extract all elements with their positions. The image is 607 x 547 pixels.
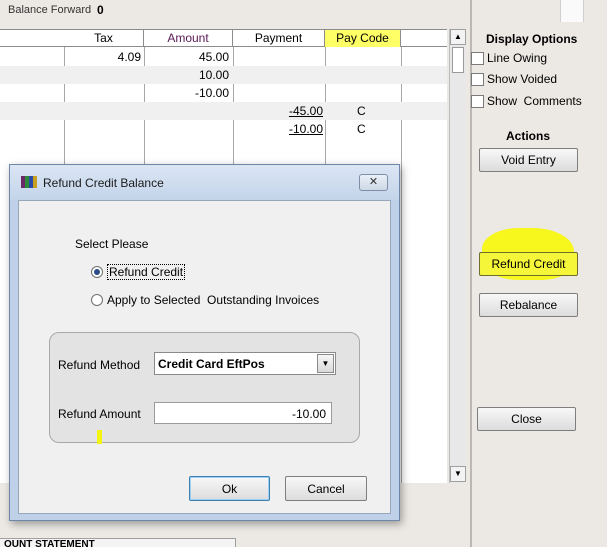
refund-credit-dialog: Refund Credit Balance ✕ Select Please Re… xyxy=(9,164,400,521)
refund-method-select[interactable]: Credit Card EftPos ▼ xyxy=(154,352,336,375)
column-header-amount[interactable]: Amount xyxy=(144,30,233,47)
top-edge-element xyxy=(560,0,584,22)
balance-forward-label: Balance Forward xyxy=(8,4,92,16)
cell-payment: -45.00 xyxy=(288,104,323,118)
select-prompt: Select Please xyxy=(75,237,149,251)
radio-apply-invoices[interactable]: Apply to Selected Outstanding Invoices xyxy=(91,293,319,307)
refund-method-value: Credit Card EftPos xyxy=(158,357,265,371)
radio-selected-icon[interactable] xyxy=(91,266,103,278)
cell-payment: -10.00 xyxy=(288,122,323,136)
side-panel: Display Options Line Owing Show Voided S… xyxy=(470,0,607,547)
column-header-payment[interactable]: Payment xyxy=(233,30,325,47)
column-header-pay-code[interactable]: Pay Code xyxy=(325,30,401,47)
display-options-title: Display Options xyxy=(486,32,578,46)
grid-header: Tax Amount Payment Pay Code xyxy=(0,30,447,47)
dialog-titlebar[interactable]: Refund Credit Balance ✕ xyxy=(10,165,399,200)
table-row[interactable]: -45.00 C xyxy=(0,102,447,120)
radio-refund-credit[interactable]: Refund Credit xyxy=(91,264,186,280)
balance-forward-value: 0 xyxy=(97,3,104,17)
chevron-down-icon[interactable]: ▼ xyxy=(317,354,334,373)
dialog-close-button[interactable]: ✕ xyxy=(359,174,388,191)
highlight-marker xyxy=(97,430,102,444)
table-row[interactable]: -10.00 C xyxy=(0,120,447,138)
refund-method-label: Refund Method xyxy=(58,358,141,372)
refund-details-group: Refund Method Credit Card EftPos ▼ Refun… xyxy=(49,332,360,444)
table-row[interactable]: 10.00 xyxy=(0,66,447,84)
refund-credit-button[interactable]: Refund Credit xyxy=(479,252,578,276)
cell-tax: 4.09 xyxy=(117,50,141,64)
dialog-body: Select Please Refund Credit Apply to Sel… xyxy=(18,200,391,514)
checkbox-icon[interactable] xyxy=(471,94,484,108)
account-statement-tab[interactable]: OUNT STATEMENT xyxy=(0,538,236,547)
refund-amount-label: Refund Amount xyxy=(58,407,141,421)
arrow-down-icon: ▼ xyxy=(454,469,462,478)
close-icon: ✕ xyxy=(368,176,379,188)
checkbox-show-voided[interactable]: Show Voided xyxy=(471,71,557,87)
scroll-down-button[interactable]: ▼ xyxy=(450,466,466,482)
balance-forward-strip: Balance Forward 0 xyxy=(0,0,470,22)
actions-title: Actions xyxy=(506,129,551,143)
cell-amount: 10.00 xyxy=(198,68,229,82)
close-button[interactable]: Close xyxy=(477,407,576,431)
checkbox-icon[interactable] xyxy=(471,51,484,65)
cell-amount: -10.00 xyxy=(194,86,229,100)
ok-button[interactable]: Ok xyxy=(189,476,270,501)
checkbox-icon[interactable] xyxy=(471,72,484,86)
scroll-thumb[interactable] xyxy=(452,47,464,73)
checkbox-show-comments[interactable]: Show Comments xyxy=(471,93,582,109)
cell-amount: 45.00 xyxy=(198,50,229,64)
rebalance-button[interactable]: Rebalance xyxy=(479,293,578,317)
cell-pay-code: C xyxy=(357,122,366,136)
checkbox-label: Show Voided xyxy=(487,72,558,86)
cell-pay-code: C xyxy=(357,104,366,118)
radio-label: Refund Credit xyxy=(107,264,186,280)
refund-amount-input[interactable]: -10.00 xyxy=(154,402,332,424)
checkbox-label: Line Owing xyxy=(487,51,548,65)
table-row[interactable]: 4.09 45.00 xyxy=(0,48,447,66)
radio-label: Apply to Selected Outstanding Invoices xyxy=(107,293,320,307)
app-icon xyxy=(21,176,37,188)
radio-unselected-icon[interactable] xyxy=(91,294,103,306)
cancel-button[interactable]: Cancel xyxy=(285,476,367,501)
radio-dot xyxy=(94,269,100,275)
checkbox-label: Show Comments xyxy=(487,94,582,108)
void-entry-button[interactable]: Void Entry xyxy=(479,148,578,172)
table-row[interactable]: -10.00 xyxy=(0,84,447,102)
dialog-title: Refund Credit Balance xyxy=(43,176,164,190)
checkbox-line-owing[interactable]: Line Owing xyxy=(471,50,547,66)
scroll-up-button[interactable]: ▲ xyxy=(450,29,466,45)
grid-scrollbar[interactable]: ▲ ▼ xyxy=(449,29,466,483)
arrow-up-icon: ▲ xyxy=(454,32,462,41)
column-header-tax[interactable]: Tax xyxy=(64,30,144,47)
